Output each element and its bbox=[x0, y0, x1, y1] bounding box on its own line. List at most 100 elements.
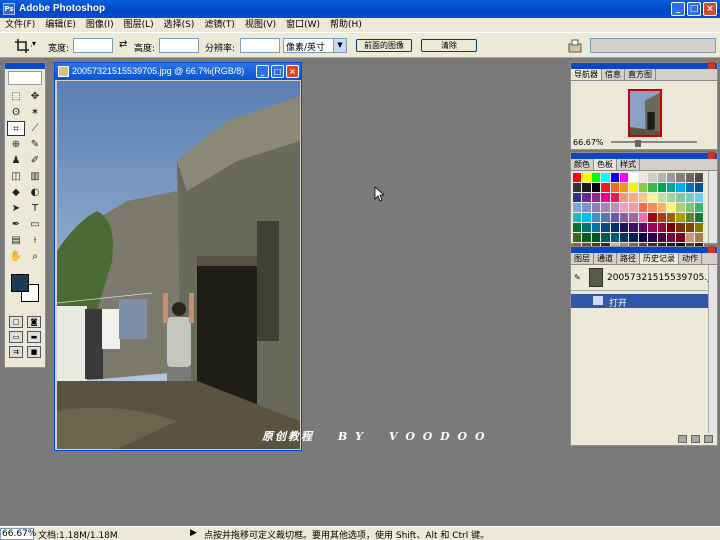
color-swatch[interactable] bbox=[601, 223, 611, 233]
height-input[interactable] bbox=[159, 38, 199, 53]
color-swatch[interactable] bbox=[648, 173, 658, 183]
navigator-zoom-handle[interactable] bbox=[635, 140, 641, 147]
color-swatch[interactable] bbox=[695, 183, 705, 193]
history-brush-tool-icon[interactable]: ✐ bbox=[26, 153, 44, 168]
document-title-bar[interactable]: 20057321515539705.jpg @ 66.7%(RGB/8) _ □… bbox=[55, 63, 301, 80]
adobe-online-icon[interactable] bbox=[8, 71, 42, 85]
tab-layers[interactable]: 图层 bbox=[571, 253, 594, 264]
history-snapshot[interactable]: ✎ 20057321515539705.j... bbox=[571, 265, 718, 291]
color-swatch[interactable] bbox=[629, 213, 639, 223]
color-swatch[interactable] bbox=[676, 233, 686, 243]
minimize-button[interactable]: _ bbox=[671, 2, 685, 16]
history-state-open[interactable]: 打开 bbox=[571, 294, 717, 309]
hand-tool-icon[interactable]: ✋ bbox=[7, 249, 25, 264]
tab-paths[interactable]: 路径 bbox=[617, 253, 640, 264]
color-swatch[interactable] bbox=[676, 203, 686, 213]
color-swatch[interactable] bbox=[629, 203, 639, 213]
color-swatch[interactable] bbox=[629, 233, 639, 243]
image-canvas[interactable] bbox=[57, 81, 300, 449]
color-swatch[interactable] bbox=[573, 173, 583, 183]
slice-tool-icon[interactable]: ⟋ bbox=[26, 121, 44, 136]
color-swatch[interactable] bbox=[695, 223, 705, 233]
clone-stamp-tool-icon[interactable]: ♟ bbox=[7, 153, 25, 168]
color-swatch[interactable] bbox=[648, 183, 658, 193]
color-swatch[interactable] bbox=[648, 223, 658, 233]
crop-tool-icon[interactable] bbox=[14, 38, 32, 54]
color-swatch[interactable] bbox=[601, 213, 611, 223]
color-swatch[interactable] bbox=[582, 193, 592, 203]
color-swatch[interactable] bbox=[601, 233, 611, 243]
close-button[interactable]: × bbox=[703, 2, 717, 16]
color-swatch[interactable] bbox=[601, 183, 611, 193]
close-icon[interactable] bbox=[708, 246, 715, 253]
color-swatch[interactable] bbox=[591, 203, 602, 213]
color-swatch[interactable] bbox=[695, 193, 705, 203]
color-swatch[interactable] bbox=[591, 193, 602, 203]
color-swatch[interactable] bbox=[591, 233, 602, 243]
color-swatch[interactable] bbox=[695, 233, 705, 243]
menu-layer[interactable]: 图层(L) bbox=[119, 18, 159, 32]
shape-tool-icon[interactable]: ▭ bbox=[26, 217, 44, 232]
color-swatch[interactable] bbox=[638, 203, 649, 213]
notes-tool-icon[interactable]: ▤ bbox=[7, 233, 25, 248]
color-swatch[interactable] bbox=[676, 223, 686, 233]
color-swatch[interactable] bbox=[573, 233, 583, 243]
color-swatch[interactable] bbox=[648, 203, 658, 213]
color-swatch[interactable] bbox=[582, 233, 592, 243]
color-swatch[interactable] bbox=[582, 183, 592, 193]
blur-tool-icon[interactable]: ◆ bbox=[7, 185, 25, 200]
color-swatch[interactable] bbox=[695, 173, 705, 183]
width-input[interactable] bbox=[73, 38, 113, 53]
color-swatch[interactable] bbox=[619, 213, 630, 223]
resolution-input[interactable] bbox=[240, 38, 280, 53]
magic-wand-tool-icon[interactable]: ✶ bbox=[26, 105, 44, 120]
color-swatch[interactable] bbox=[610, 233, 620, 243]
path-selection-tool-icon[interactable]: ➤ bbox=[7, 201, 25, 216]
color-swatch[interactable] bbox=[657, 173, 667, 183]
toolbox-header[interactable] bbox=[5, 63, 45, 69]
menu-edit[interactable]: 编辑(E) bbox=[40, 18, 81, 32]
color-swatch[interactable] bbox=[676, 193, 686, 203]
color-swatch[interactable] bbox=[601, 203, 611, 213]
screen-mode-full-menu-icon[interactable]: ▬ bbox=[27, 331, 41, 343]
color-swatch[interactable] bbox=[676, 183, 686, 193]
color-swatch[interactable] bbox=[648, 233, 658, 243]
navigator-zoom-slider[interactable] bbox=[611, 141, 697, 143]
color-swatch[interactable] bbox=[619, 203, 630, 213]
color-swatch[interactable] bbox=[685, 203, 696, 213]
file-browser-icon[interactable] bbox=[567, 38, 583, 54]
eraser-tool-icon[interactable]: ◫ bbox=[7, 169, 25, 184]
color-swatch[interactable] bbox=[591, 213, 602, 223]
color-swatch[interactable] bbox=[648, 213, 658, 223]
color-swatch[interactable] bbox=[629, 173, 639, 183]
color-swatch[interactable] bbox=[582, 173, 592, 183]
color-swatch[interactable] bbox=[685, 233, 696, 243]
swatches-scrollbar[interactable] bbox=[708, 171, 717, 243]
screen-mode-full-icon[interactable]: ■ bbox=[27, 346, 41, 358]
color-swatch[interactable] bbox=[638, 213, 649, 223]
color-swatch[interactable] bbox=[619, 233, 630, 243]
close-icon[interactable] bbox=[708, 152, 715, 159]
eyedropper-tool-icon[interactable]: ⟊ bbox=[26, 233, 44, 248]
color-swatch[interactable] bbox=[573, 183, 583, 193]
marquee-tool-icon[interactable]: ⬚ bbox=[7, 89, 25, 104]
color-swatch[interactable] bbox=[638, 223, 649, 233]
color-swatch[interactable] bbox=[666, 193, 677, 203]
color-swatch[interactable] bbox=[657, 193, 667, 203]
color-swatch[interactable] bbox=[582, 203, 592, 213]
color-swatch[interactable] bbox=[591, 173, 602, 183]
screen-mode-standard-icon[interactable]: ▭ bbox=[9, 331, 23, 343]
color-swatch[interactable] bbox=[676, 173, 686, 183]
color-swatch[interactable] bbox=[610, 203, 620, 213]
new-document-from-state-icon[interactable] bbox=[678, 435, 687, 443]
healing-brush-tool-icon[interactable]: ⊕ bbox=[7, 137, 25, 152]
clear-button[interactable]: 清除 bbox=[421, 39, 477, 52]
menu-window[interactable]: 窗口(W) bbox=[281, 18, 325, 32]
tab-color[interactable]: 颜色 bbox=[571, 159, 594, 170]
swap-dimensions-icon[interactable]: ⇄ bbox=[119, 39, 127, 50]
tab-styles[interactable]: 样式 bbox=[617, 159, 640, 170]
color-swatch[interactable] bbox=[638, 233, 649, 243]
color-swatch[interactable] bbox=[573, 213, 583, 223]
color-swatch[interactable] bbox=[619, 183, 630, 193]
menu-view[interactable]: 视图(V) bbox=[240, 18, 281, 32]
